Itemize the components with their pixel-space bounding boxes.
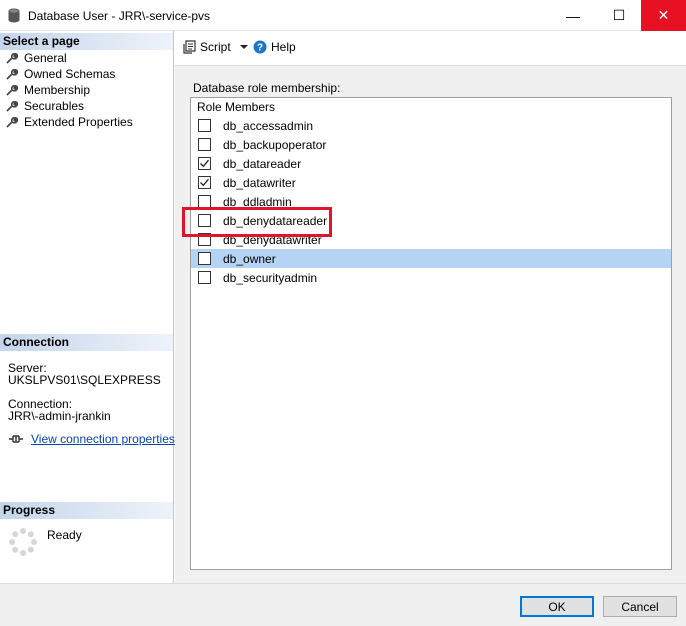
wrench-icon: [6, 84, 18, 96]
list-item[interactable]: db_securityadmin: [191, 268, 671, 287]
list-item[interactable]: db_accessadmin: [191, 116, 671, 135]
role-name: db_securityadmin: [223, 270, 318, 285]
checkmark-icon: [200, 159, 209, 168]
role-checkbox[interactable]: [198, 176, 211, 189]
svg-text:?: ?: [257, 43, 263, 54]
cancel-button[interactable]: Cancel: [603, 596, 677, 617]
select-page-header: Select a page: [0, 33, 173, 50]
view-connection-properties-link[interactable]: View connection properties: [31, 432, 175, 446]
server-value: UKSLPVS01\SQLEXPRESS: [8, 373, 161, 387]
left-panel: Select a page General Owned Schemas Memb…: [0, 31, 175, 583]
title-bar: Database User - JRR\-service-pvs — ☐ ✕: [0, 0, 686, 31]
page-item-owned-schemas[interactable]: Owned Schemas: [6, 66, 115, 82]
page-item-label: General: [24, 51, 67, 65]
list-item[interactable]: db_backupoperator: [191, 135, 671, 154]
connection-value: JRR\-admin-jrankin: [8, 409, 111, 423]
page-item-label: Extended Properties: [24, 115, 133, 129]
page-item-extended-properties[interactable]: Extended Properties: [6, 114, 133, 130]
page-item-securables[interactable]: Securables: [6, 98, 84, 114]
progress-header: Progress: [0, 502, 173, 519]
wrench-icon: [6, 116, 18, 128]
role-name: db_datareader: [223, 156, 302, 171]
role-checkbox[interactable]: [198, 119, 211, 132]
right-panel: Script ? Help Database role membership: …: [175, 31, 686, 583]
help-icon: ?: [253, 40, 267, 54]
wrench-icon: [6, 52, 18, 64]
minimize-button[interactable]: —: [550, 0, 596, 31]
page-item-membership[interactable]: Membership: [6, 82, 90, 98]
wrench-icon: [6, 100, 18, 112]
ok-button[interactable]: OK: [520, 596, 594, 617]
window-title: Database User - JRR\-service-pvs: [28, 9, 211, 23]
connection-header: Connection: [0, 334, 173, 351]
progress-spinner-icon: [9, 528, 37, 556]
progress-status: Ready: [47, 528, 82, 542]
checkmark-icon: [200, 178, 209, 187]
page-item-label: Securables: [24, 99, 85, 113]
role-name: db_backupoperator: [223, 137, 327, 152]
role-name: db_accessadmin: [223, 118, 314, 133]
role-checkbox[interactable]: [198, 138, 211, 151]
highlight-annotation: [182, 207, 332, 237]
toolbar-divider: [175, 65, 686, 66]
close-button[interactable]: ✕: [641, 0, 686, 31]
wrench-icon: [6, 68, 18, 80]
help-label: Help: [271, 40, 296, 54]
dialog-button-bar: OK Cancel: [0, 583, 686, 626]
help-button[interactable]: ? Help: [253, 40, 296, 54]
list-item-selected[interactable]: db_owner: [191, 249, 671, 268]
role-checkbox[interactable]: [198, 271, 211, 284]
list-item[interactable]: db_datareader: [191, 154, 671, 173]
toolbar: Script ? Help: [175, 31, 686, 65]
role-name: db_owner: [223, 251, 276, 266]
page-item-label: Owned Schemas: [24, 67, 116, 81]
role-members-list[interactable]: Role Members db_accessadmin db_backupope…: [190, 97, 672, 570]
page-item-general[interactable]: General: [6, 50, 67, 66]
script-button[interactable]: Script: [183, 40, 249, 54]
script-label: Script: [200, 40, 231, 54]
list-item[interactable]: db_datawriter: [191, 173, 671, 192]
role-membership-label: Database role membership:: [193, 81, 341, 95]
database-icon: [8, 8, 20, 23]
connection-properties-icon: [9, 435, 23, 443]
role-name: db_datawriter: [223, 175, 296, 190]
role-checkbox[interactable]: [198, 157, 211, 170]
page-item-label: Membership: [24, 83, 91, 97]
role-checkbox[interactable]: [198, 252, 211, 265]
maximize-button[interactable]: ☐: [596, 0, 642, 31]
list-header: Role Members: [197, 100, 276, 114]
chevron-down-icon[interactable]: [239, 44, 249, 50]
script-icon: [183, 40, 196, 54]
